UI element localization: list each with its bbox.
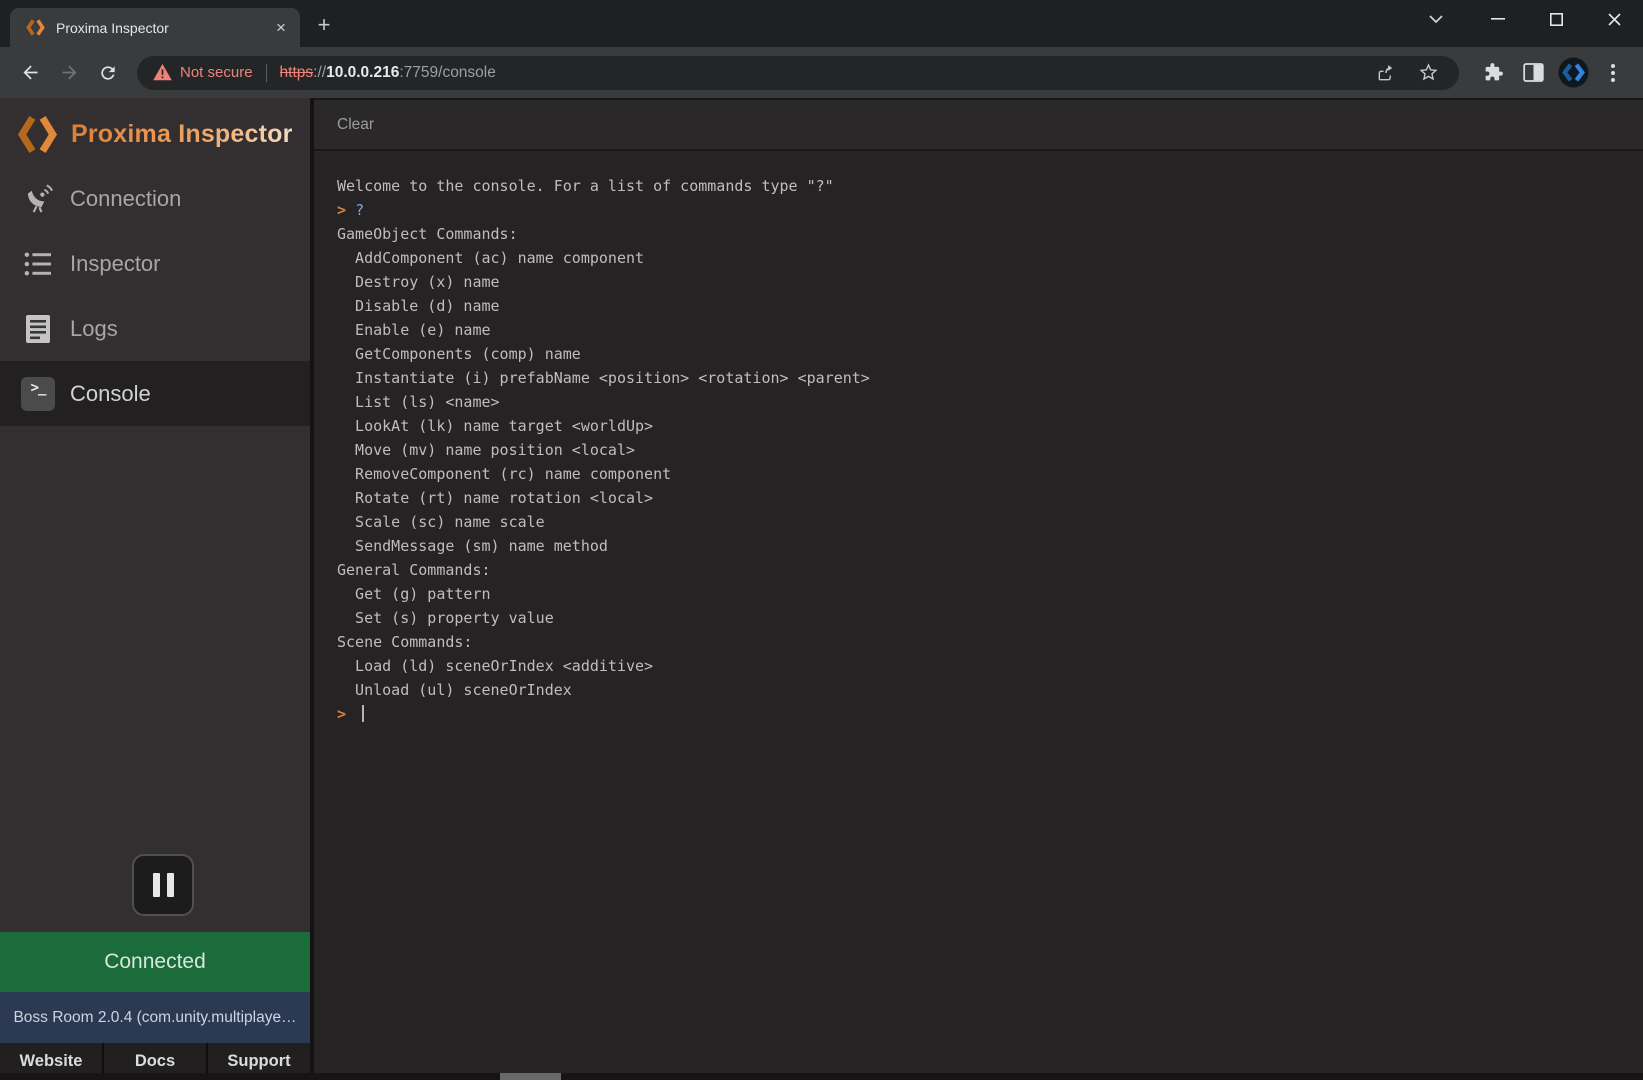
- close-button[interactable]: [1599, 5, 1629, 33]
- side-panel-icon[interactable]: [1517, 57, 1549, 89]
- console-line: AddComponent (ac) name component: [337, 246, 1633, 270]
- extensions-puzzle-icon[interactable]: [1477, 57, 1509, 89]
- minimize-button[interactable]: [1483, 5, 1513, 33]
- console-line: Load (ld) sceneOrIndex <additive>: [337, 654, 1633, 678]
- sidebar-item-inspector[interactable]: Inspector: [0, 231, 310, 296]
- connection-status-label: Connected: [104, 950, 206, 974]
- console-line: Scale (sc) name scale: [337, 510, 1633, 534]
- back-button[interactable]: [14, 57, 46, 89]
- sidebar-item-label: Console: [70, 381, 151, 407]
- address-bar[interactable]: Not secure https://10.0.0.216:7759/conso…: [137, 56, 1459, 90]
- proxima-favicon-icon: [26, 18, 45, 37]
- console-line: List (ls) <name>: [337, 390, 1633, 414]
- sidebar-item-label: Logs: [70, 316, 118, 342]
- url-separator: [266, 64, 267, 82]
- project-info-label: Boss Room 2.0.4 (com.unity.multiplaye…: [13, 1009, 296, 1027]
- sidebar: Proxima Inspector Connection: [0, 98, 310, 1080]
- bulleted-list-icon: [19, 251, 57, 277]
- console-line: Move (mv) name position <local>: [337, 438, 1633, 462]
- console-line: General Commands:: [337, 558, 1633, 582]
- browser-window: Proxima Inspector × +: [0, 0, 1643, 1080]
- pause-button[interactable]: [132, 854, 194, 916]
- console-line: Enable (e) name: [337, 318, 1633, 342]
- new-tab-button[interactable]: +: [312, 14, 336, 38]
- sidebar-item-label: Connection: [70, 186, 181, 212]
- console-line: Instantiate (i) prefabName <position> <r…: [337, 366, 1633, 390]
- console-line: GameObject Commands:: [337, 222, 1633, 246]
- console-pane: Clear Welcome to the console. For a list…: [314, 98, 1643, 1080]
- horizontal-scrollbar[interactable]: [0, 1073, 1643, 1080]
- console-line: RemoveComponent (rc) name component: [337, 462, 1633, 486]
- proxima-extension-icon[interactable]: [1557, 57, 1589, 89]
- url-path: :7759/console: [399, 64, 496, 81]
- connection-status-badge: Connected: [0, 932, 310, 992]
- url-host: 10.0.0.216: [326, 64, 399, 81]
- text-cursor: [362, 705, 364, 722]
- tab-close-icon[interactable]: ×: [272, 19, 290, 37]
- url-text: https://10.0.0.216:7759/console: [280, 64, 496, 82]
- project-info-bar: Boss Room 2.0.4 (com.unity.multiplaye…: [0, 992, 310, 1043]
- share-icon[interactable]: [1371, 58, 1401, 88]
- console-toolbar: Clear: [314, 98, 1643, 151]
- sidebar-item-label: Inspector: [70, 251, 161, 277]
- tab-search-chevron-icon[interactable]: [1421, 5, 1451, 33]
- browser-tab[interactable]: Proxima Inspector ×: [10, 8, 300, 47]
- tab-title: Proxima Inspector: [56, 20, 272, 36]
- clear-button[interactable]: Clear: [337, 116, 374, 134]
- document-lines-icon: [19, 314, 57, 344]
- app-title: Proxima Inspector: [71, 120, 293, 149]
- url-scheme: https: [280, 64, 314, 81]
- console-line: GetComponents (comp) name: [337, 342, 1633, 366]
- console-line: > ?: [337, 198, 1633, 222]
- sidebar-item-console[interactable]: >_ Console: [0, 361, 310, 426]
- console-line: Disable (d) name: [337, 294, 1633, 318]
- prompt-symbol: >: [337, 705, 355, 723]
- pause-icon: [153, 873, 160, 897]
- app-area: Proxima Inspector Connection: [0, 98, 1643, 1080]
- satellite-dish-icon: [19, 183, 57, 214]
- proxima-logo-icon: [17, 114, 58, 155]
- not-secure-warning-icon: [153, 64, 172, 81]
- browser-menu-kebab-icon[interactable]: [1597, 57, 1629, 89]
- console-line: Rotate (rt) name rotation <local>: [337, 486, 1633, 510]
- not-secure-label: Not secure: [180, 64, 253, 81]
- console-line: Get (g) pattern: [337, 582, 1633, 606]
- horizontal-scrollbar-thumb[interactable]: [500, 1073, 561, 1080]
- console-line: Set (s) property value: [337, 606, 1633, 630]
- reload-button[interactable]: [92, 57, 124, 89]
- tab-strip: Proxima Inspector × +: [0, 0, 1643, 47]
- console-line: SendMessage (sm) name method: [337, 534, 1633, 558]
- maximize-button[interactable]: [1541, 5, 1571, 33]
- browser-toolbar: Not secure https://10.0.0.216:7759/conso…: [0, 47, 1643, 98]
- console-line: Welcome to the console. For a list of co…: [337, 174, 1633, 198]
- bookmark-star-icon[interactable]: [1413, 58, 1443, 88]
- sidebar-item-connection[interactable]: Connection: [0, 166, 310, 231]
- console-line: Scene Commands:: [337, 630, 1633, 654]
- console-line: Destroy (x) name: [337, 270, 1633, 294]
- app-logo: Proxima Inspector: [0, 98, 310, 156]
- forward-button[interactable]: [53, 57, 85, 89]
- prompt-symbol: >: [337, 201, 355, 219]
- console-line: Unload (ul) sceneOrIndex: [337, 678, 1633, 702]
- console-line: LookAt (lk) name target <worldUp>: [337, 414, 1633, 438]
- console-line[interactable]: >: [337, 702, 1633, 726]
- url-scheme-suffix: ://: [313, 64, 326, 81]
- sidebar-nav: Connection Inspector: [0, 166, 310, 426]
- sidebar-item-logs[interactable]: Logs: [0, 296, 310, 361]
- terminal-icon: >_: [19, 377, 57, 411]
- console-output[interactable]: Welcome to the console. For a list of co…: [314, 151, 1643, 726]
- entered-command: ?: [355, 201, 364, 219]
